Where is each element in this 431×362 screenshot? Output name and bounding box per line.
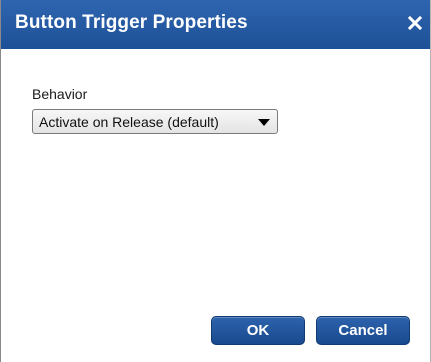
behavior-label: Behavior (32, 86, 88, 102)
behavior-selected-value: Activate on Release (default) (39, 114, 219, 130)
dialog-title: Button Trigger Properties (15, 12, 248, 33)
behavior-select[interactable]: Activate on Release (default) (32, 109, 278, 134)
ok-button[interactable]: OK (211, 316, 305, 345)
cancel-button[interactable]: Cancel (316, 316, 410, 345)
close-icon[interactable] (405, 13, 425, 33)
button-trigger-properties-dialog: Button Trigger Properties Behavior Activ… (0, 0, 431, 362)
dialog-titlebar: Button Trigger Properties (1, 0, 430, 49)
dropdown-arrow-icon (258, 119, 270, 126)
